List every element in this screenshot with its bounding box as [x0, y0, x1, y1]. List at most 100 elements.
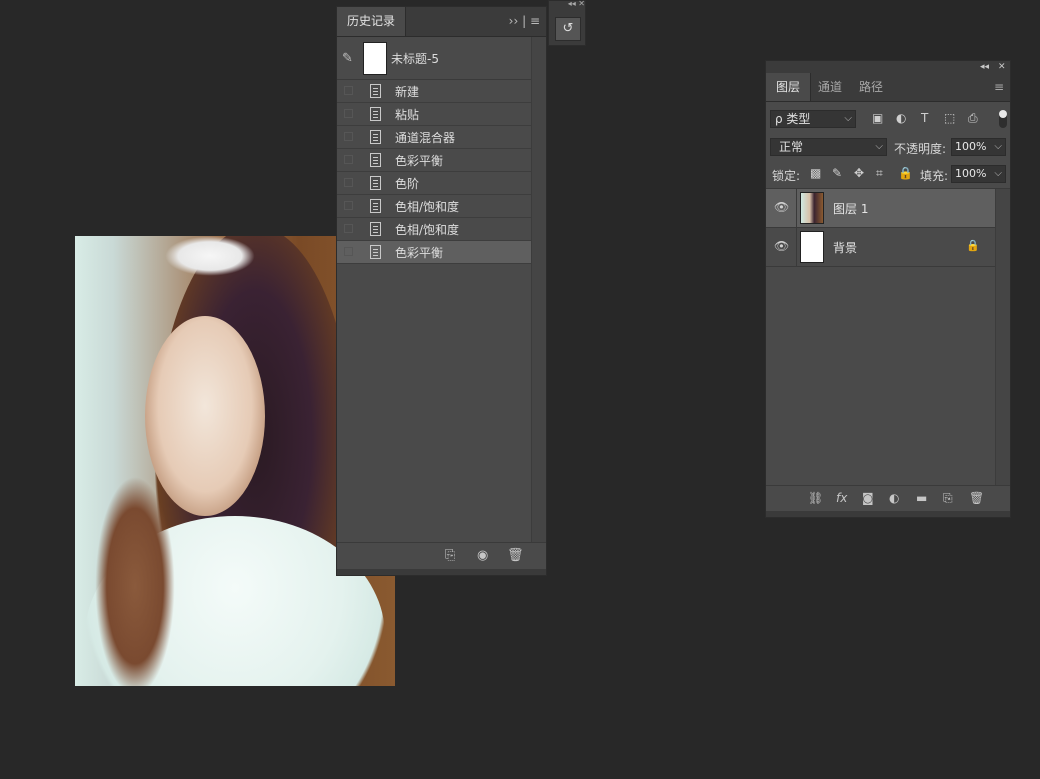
layer-thumbnail: [800, 231, 824, 263]
lock-transparent-icon[interactable]: ▩: [810, 166, 821, 180]
adjustment-layer-icon[interactable]: ◐: [889, 491, 899, 505]
history-source-checkbox[interactable]: [344, 201, 353, 210]
history-item-label: 色彩平衡: [395, 246, 444, 260]
history-footer: ⎘ ◉ 🗑: [337, 542, 546, 569]
trash-icon[interactable]: 🗑: [969, 491, 984, 505]
history-item-label: 粘贴: [395, 108, 420, 122]
tab-history[interactable]: 历史记录: [337, 7, 407, 36]
layers-scrollbar[interactable]: [995, 189, 1010, 485]
tab-paths[interactable]: 路径: [859, 73, 883, 101]
history-item[interactable]: 新建: [337, 80, 531, 103]
adjustment-filter-icon[interactable]: ◐: [896, 111, 906, 125]
history-source-checkbox[interactable]: [344, 178, 353, 187]
history-source-checkbox[interactable]: [344, 86, 353, 95]
camera-icon[interactable]: ◉: [477, 548, 488, 563]
history-state-icon: [370, 130, 381, 144]
close-icon[interactable]: ✕: [998, 61, 1006, 73]
fx-icon[interactable]: fx: [836, 491, 847, 505]
snapshot-label: 未标题-5: [391, 52, 439, 66]
history-item[interactable]: 色相/饱和度: [337, 195, 531, 218]
history-item[interactable]: 色彩平衡: [337, 149, 531, 172]
new-document-icon[interactable]: ⎘: [445, 548, 455, 563]
history-list: 新建 粘贴 通道混合器 色彩平衡 色阶 色相/饱和度 色相/饱和度 色彩平衡: [337, 80, 531, 264]
history-item-label: 色相/饱和度: [395, 223, 460, 237]
filter-type-select[interactable]: ρ 类型 ⌵: [770, 110, 856, 128]
resize-grip[interactable]: [766, 511, 1010, 517]
panel-menu-icon[interactable]: ›› | ≡: [509, 7, 540, 36]
history-item[interactable]: 粘贴: [337, 103, 531, 126]
history-source-checkbox[interactable]: [344, 155, 353, 164]
chevron-down-icon: ⌵: [844, 113, 852, 124]
layer-name[interactable]: 背景: [833, 239, 857, 256]
layers-panel: ◂◂ ✕ 图层 通道 路径 ≡ ρ 类型 ⌵ ▣ ◐ T ⬚ ⎙ 正常 ⌵ 不透…: [765, 60, 1011, 518]
resize-grip[interactable]: [337, 569, 546, 575]
layer-row[interactable]: 👁 图层 1: [766, 189, 995, 228]
history-source-checkbox[interactable]: [344, 247, 353, 256]
history-state-icon: [370, 107, 381, 121]
eye-icon[interactable]: 👁: [774, 239, 789, 253]
panel-menu-icon[interactable]: ≡: [994, 73, 1004, 101]
layer-name[interactable]: 图层 1: [833, 200, 868, 217]
opacity-value: 100%: [955, 140, 987, 153]
history-tabbar: 历史记录 ›› | ≡: [337, 7, 546, 37]
lock-icon: 🔒: [966, 239, 980, 252]
divider: [796, 189, 797, 227]
divider: [796, 228, 797, 266]
history-source-checkbox[interactable]: [344, 224, 353, 233]
fill-input[interactable]: 100% ⌵: [951, 165, 1006, 183]
layer-filter-row: ρ 类型 ⌵ ▣ ◐ T ⬚ ⎙: [766, 102, 1010, 138]
link-icon[interactable]: ⛓: [808, 491, 823, 505]
history-item-active[interactable]: 色彩平衡: [337, 241, 531, 264]
history-item-label: 通道混合器: [395, 131, 456, 145]
history-item-label: 色阶: [395, 177, 420, 191]
eye-icon[interactable]: 👁: [774, 200, 789, 214]
history-source-checkbox[interactable]: [344, 109, 353, 118]
smart-object-filter-icon[interactable]: ⎙: [968, 111, 978, 126]
opacity-input[interactable]: 100% ⌵: [951, 138, 1006, 156]
tab-layers[interactable]: 图层: [766, 73, 812, 101]
layer-thumbnail: [800, 192, 824, 224]
layers-tabbar: 图层 通道 路径 ≡: [766, 73, 1010, 102]
chevron-down-icon[interactable]: ⌵: [994, 139, 1002, 155]
blend-mode-select[interactable]: 正常 ⌵: [770, 138, 887, 156]
history-item[interactable]: 色阶: [337, 172, 531, 195]
lock-all-icon[interactable]: 🔒: [898, 166, 913, 180]
layers-footer: ⛓ fx ◙ ◐ ▬ ⎘ 🗑: [766, 485, 1010, 512]
history-panel: 历史记录 ›› | ≡ ✎ 未标题-5 新建 粘贴 通道混合器 色彩平衡 色阶 …: [336, 6, 547, 576]
lock-pixels-icon[interactable]: ✎: [832, 166, 842, 180]
text-filter-icon[interactable]: T: [921, 111, 928, 125]
filter-type-label: ρ 类型: [775, 112, 811, 126]
history-item[interactable]: 通道混合器: [337, 126, 531, 149]
history-state-icon: [370, 199, 381, 213]
lock-artboard-icon[interactable]: ⌗: [876, 166, 883, 181]
layers-topbar: ◂◂ ✕: [766, 61, 1010, 73]
history-scrollbar[interactable]: [531, 37, 546, 543]
collapse-close-icon[interactable]: ◂◂ ✕: [549, 0, 585, 8]
layer-row[interactable]: 👁 背景 🔒: [766, 228, 995, 267]
opacity-label: 不透明度:: [894, 142, 947, 156]
history-panel-icon[interactable]: ↺: [555, 17, 581, 41]
history-item-label: 新建: [395, 85, 420, 99]
history-item-label: 色彩平衡: [395, 154, 444, 168]
lock-row: 锁定: ▩ ✎ ✥ ⌗ 🔒 填充: 100% ⌵: [766, 162, 1010, 189]
trash-icon[interactable]: 🗑: [507, 548, 524, 563]
history-snapshot[interactable]: ✎ 未标题-5: [337, 37, 531, 80]
new-layer-icon[interactable]: ⎘: [943, 491, 953, 506]
history-state-icon: [370, 222, 381, 236]
snapshot-thumbnail: [363, 42, 387, 75]
history-mini-panel: ◂◂ ✕ ↺: [548, 0, 586, 46]
history-item[interactable]: 色相/饱和度: [337, 218, 531, 241]
folder-icon[interactable]: ▬: [916, 491, 927, 505]
chevron-down-icon[interactable]: ⌵: [994, 166, 1002, 182]
image-filter-icon[interactable]: ▣: [872, 111, 883, 125]
collapse-icon[interactable]: ◂◂: [980, 61, 989, 73]
veil-shape: [165, 236, 255, 276]
filter-toggle[interactable]: [999, 110, 1007, 128]
history-brush-icon[interactable]: ✎: [342, 51, 353, 66]
mask-icon[interactable]: ◙: [862, 491, 874, 505]
lock-position-icon[interactable]: ✥: [854, 166, 864, 180]
tab-channels[interactable]: 通道: [818, 73, 842, 101]
history-source-checkbox[interactable]: [344, 132, 353, 141]
history-state-icon: [370, 153, 381, 167]
shape-filter-icon[interactable]: ⬚: [944, 111, 955, 125]
